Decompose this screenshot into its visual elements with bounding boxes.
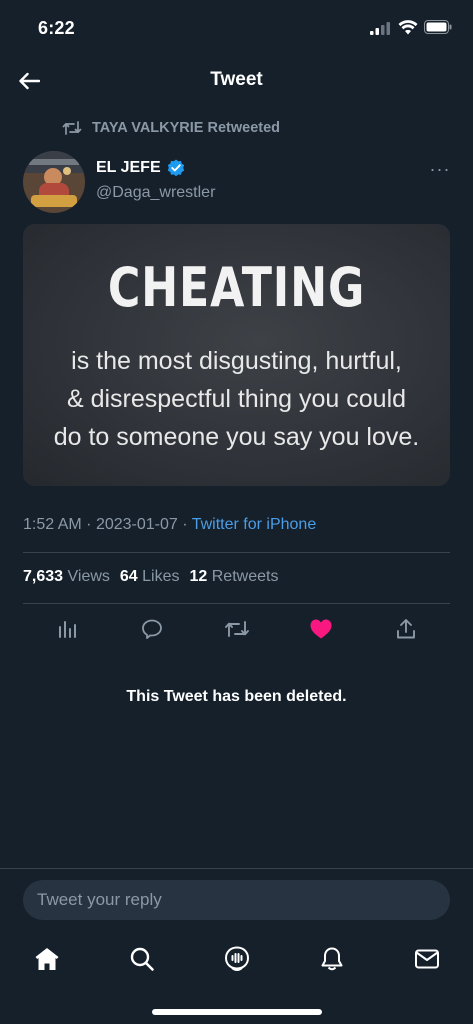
tweet-stats: 7,633 Views 64 Likes 12 Retweets: [23, 568, 278, 586]
battery-icon: [424, 20, 452, 34]
retweet-icon: [225, 621, 249, 637]
views-stat[interactable]: 7,633 Views: [23, 568, 110, 586]
reply-icon: [142, 619, 162, 639]
meta-separator: ·: [182, 516, 188, 533]
retweets-stat[interactable]: 12 Retweets: [190, 568, 279, 586]
spaces-icon: [224, 946, 250, 971]
tweet-source-link[interactable]: Twitter for iPhone: [192, 516, 317, 533]
home-indicator: [152, 1009, 322, 1015]
analytics-button[interactable]: [54, 617, 80, 641]
divider: [23, 603, 450, 604]
meta-separator: ·: [86, 516, 92, 533]
tweet-image[interactable]: CHEATING is the most disgusting, hurtful…: [23, 224, 450, 486]
avatar[interactable]: [23, 151, 85, 213]
share-icon: [397, 619, 415, 639]
avatar-image: [23, 151, 85, 213]
page-title: Tweet: [210, 69, 263, 90]
tweet-image-line: & disrespectful thing you could: [66, 385, 407, 413]
tweet-date: 2023-01-07: [95, 516, 178, 533]
reply-button[interactable]: [139, 617, 165, 641]
author-name[interactable]: EL JEFE: [96, 159, 185, 177]
retweet-context-label: TAYA VALKYRIE Retweeted: [92, 120, 281, 136]
likes-label: Likes: [142, 568, 180, 585]
messages-icon: [415, 949, 439, 969]
tweet-meta: 1:52 AM · 2023-01-07 · Twitter for iPhon…: [23, 516, 316, 534]
views-label: Views: [67, 568, 110, 585]
reply-input[interactable]: Tweet your reply: [23, 880, 450, 920]
retweets-label: Retweets: [211, 568, 279, 585]
tweet-image-body: is the most disgusting, hurtful, & disre…: [23, 342, 450, 456]
cellular-signal-icon: [370, 22, 390, 35]
more-options-icon[interactable]: ···: [428, 160, 452, 182]
share-button[interactable]: [393, 617, 419, 641]
retweet-icon: [62, 121, 82, 135]
tab-spaces[interactable]: [222, 944, 252, 974]
divider: [23, 552, 450, 553]
views-count: 7,633: [23, 568, 64, 585]
search-icon: [130, 947, 154, 971]
divider: [0, 868, 473, 869]
verified-badge-icon: [167, 159, 184, 177]
wifi-icon: [398, 20, 418, 35]
home-icon: [35, 948, 59, 970]
likes-stat[interactable]: 64 Likes: [120, 568, 180, 586]
likes-count: 64: [119, 568, 138, 585]
deleted-tweet-notice: This Tweet has been deleted.: [126, 688, 347, 705]
tab-messages[interactable]: [412, 944, 442, 974]
tab-search[interactable]: [127, 944, 157, 974]
tab-notifications[interactable]: [317, 944, 347, 974]
tweet-image-line: do to someone you say you love.: [53, 423, 420, 451]
tweet-image-line: is the most disgusting, hurtful,: [71, 347, 402, 375]
author-name-text: EL JEFE: [96, 159, 161, 176]
author-handle: @Daga_wrestler: [96, 184, 216, 201]
tab-home[interactable]: [32, 944, 62, 974]
notifications-icon: [321, 947, 343, 971]
status-time: 6:22: [38, 18, 75, 38]
like-button[interactable]: [308, 617, 334, 641]
retweet-context[interactable]: TAYA VALKYRIE Retweeted: [62, 120, 280, 136]
tweet-image-heading: CHEATING: [107, 256, 366, 319]
retweet-button[interactable]: [224, 617, 250, 641]
like-icon: [310, 619, 332, 639]
analytics-icon: [59, 621, 76, 638]
retweets-count: 12: [189, 568, 208, 585]
tweet-time: 1:52 AM: [23, 516, 82, 533]
